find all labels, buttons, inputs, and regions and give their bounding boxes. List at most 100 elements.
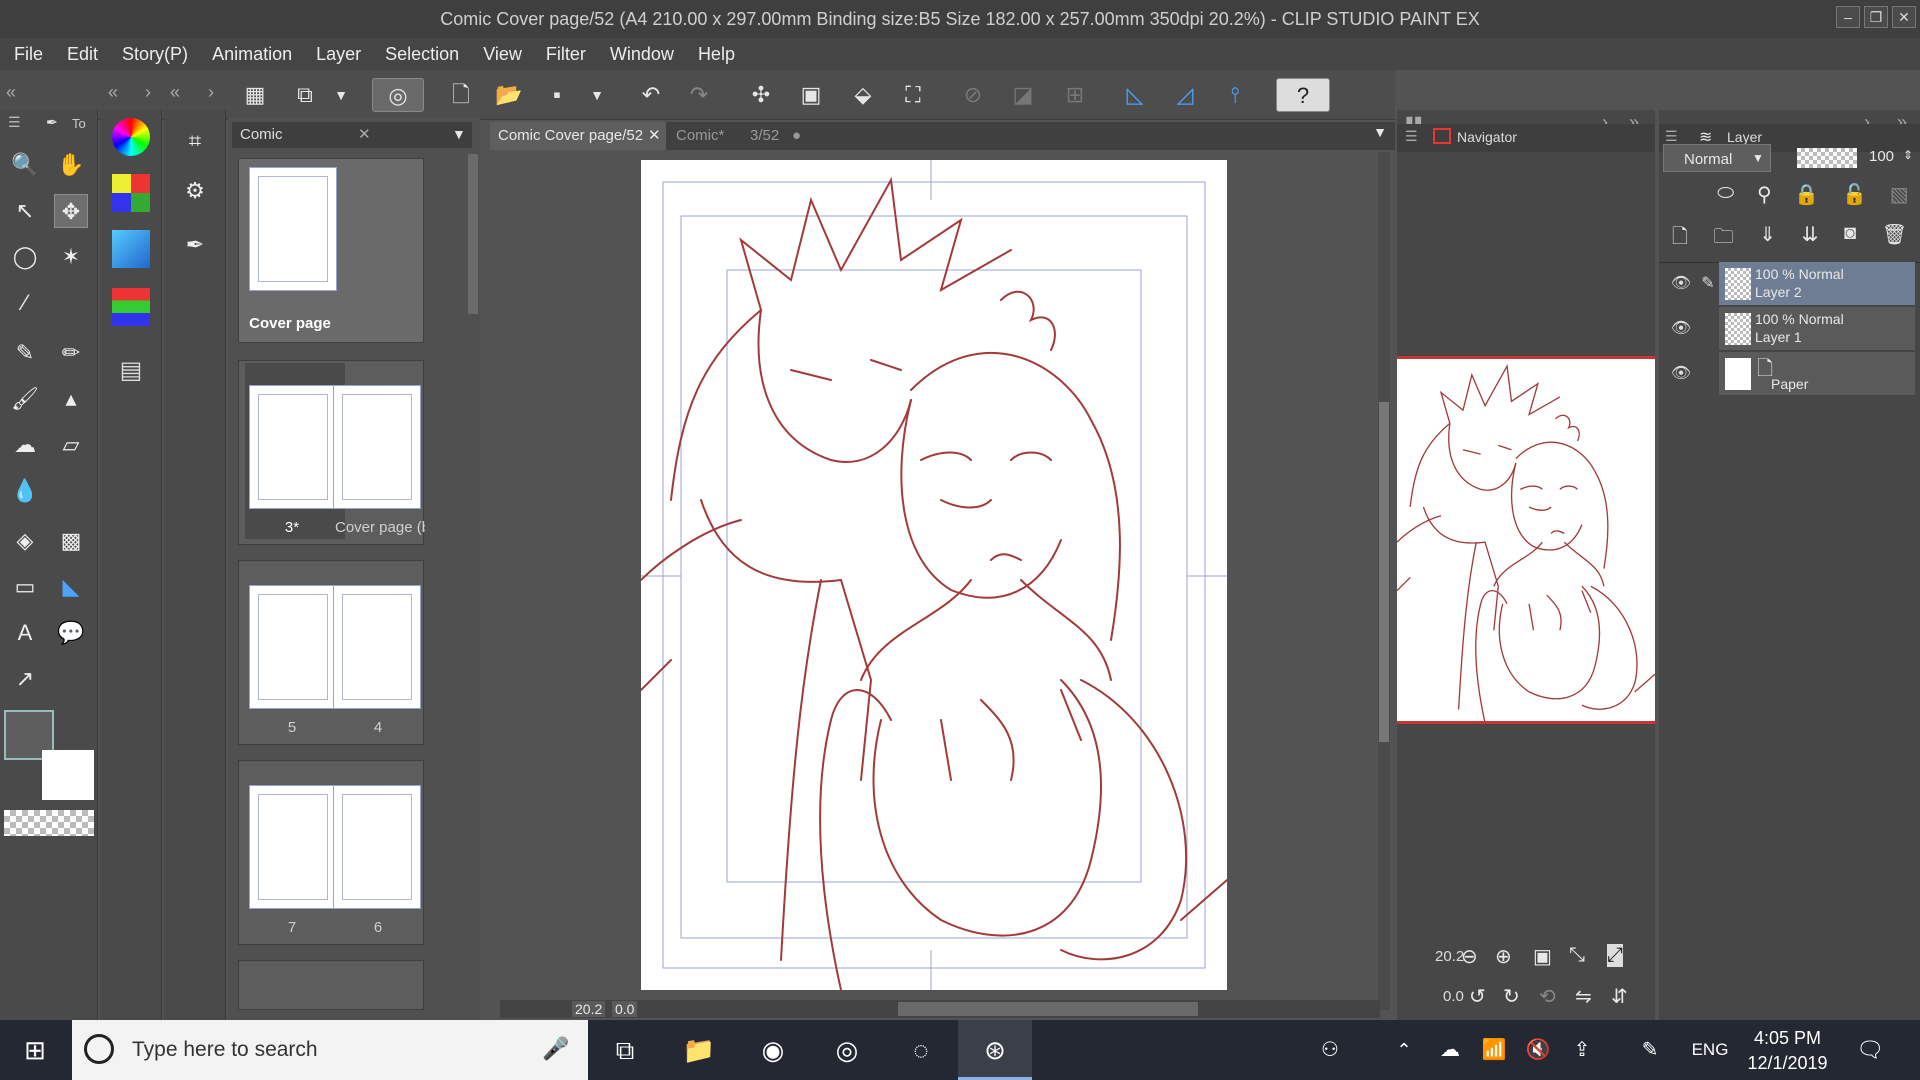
story-icon[interactable]: ⧉ xyxy=(288,78,322,112)
menu-story[interactable]: Story(P) xyxy=(122,44,188,65)
merge-down-icon[interactable]: ⇊ xyxy=(1802,222,1819,256)
clip-studio-taskbar-icon[interactable]: ◎ xyxy=(810,1020,884,1080)
wifi-icon[interactable]: 📶 xyxy=(1474,1020,1514,1080)
decoration-tool-icon[interactable]: ☁ xyxy=(8,428,42,462)
clip-studio-paint-taskbar-icon[interactable]: ⊛ xyxy=(958,1020,1032,1080)
tab-menu-icon[interactable]: ▼ xyxy=(1373,124,1387,140)
fit-window-icon[interactable]: ⤡ xyxy=(1569,944,1585,967)
pen-tool-icon[interactable]: ✎ xyxy=(8,336,42,370)
windows-start-icon[interactable]: ⊞ xyxy=(0,1020,70,1080)
rotate-right-icon[interactable]: ↻ xyxy=(1503,984,1520,1009)
osu-icon[interactable]: ◌ xyxy=(884,1020,958,1080)
balloon-tool-icon[interactable]: 💬 xyxy=(54,616,88,650)
page-group-partial[interactable] xyxy=(238,960,424,1010)
new-raster-layer-icon[interactable]: 🗋 xyxy=(1672,222,1688,256)
crop-icon[interactable]: ▣ xyxy=(794,78,828,112)
palette-menu-icon[interactable]: ☰ xyxy=(8,114,21,131)
move-layer-tool-icon[interactable]: ✥ xyxy=(54,194,88,228)
menu-view[interactable]: View xyxy=(483,44,522,65)
snap-special-ruler-icon[interactable]: ◿ xyxy=(1168,78,1202,112)
new-folder-icon[interactable]: 🗀 xyxy=(1714,222,1734,256)
pencil-tool-icon[interactable]: ✏ xyxy=(54,336,88,370)
gear-icon[interactable]: ⚙ xyxy=(178,174,212,208)
fill-icon[interactable]: ⬙ xyxy=(846,78,880,112)
lock-icon[interactable]: 🔒 xyxy=(1794,182,1819,207)
layer-row-layer2[interactable]: 100 % Normal Layer 2 xyxy=(1719,262,1915,306)
page-thumbnail[interactable] xyxy=(333,385,421,509)
page-thumbnail[interactable] xyxy=(249,167,337,291)
clip-icon[interactable] xyxy=(1670,182,1694,207)
intermediate-color-icon[interactable] xyxy=(112,230,150,268)
flip-vertical-icon[interactable]: ⇵ xyxy=(1611,984,1628,1009)
menu-selection[interactable]: Selection xyxy=(385,44,459,65)
page-group-cover[interactable]: Cover page xyxy=(238,158,424,343)
close-button[interactable]: ✕ xyxy=(1892,6,1916,28)
minimize-button[interactable]: – xyxy=(1836,6,1860,28)
notification-icon[interactable]: 🗨 xyxy=(1840,1020,1900,1080)
open-folder-icon[interactable]: 📂 xyxy=(492,78,526,112)
lock-transparency-icon[interactable]: 🔓 xyxy=(1842,182,1867,207)
page-thumbnail[interactable] xyxy=(249,785,337,909)
taskbar-search-box[interactable]: Type here to search 🎤 xyxy=(72,1020,588,1080)
zoom-out-icon[interactable]: ⊖ xyxy=(1461,944,1478,969)
opacity-slider[interactable] xyxy=(1797,148,1857,168)
undo-icon[interactable]: ↶ xyxy=(634,78,668,112)
people-icon[interactable]: ⚇ xyxy=(1310,1020,1350,1080)
ruler-subtool-icon[interactable]: ⌗ xyxy=(178,124,212,158)
save-dropdown-icon[interactable]: ▼ xyxy=(580,78,614,112)
visibility-eye-icon[interactable]: 👁 xyxy=(1669,262,1693,306)
eraser-tool-icon[interactable]: ▱ xyxy=(54,428,88,462)
chrome-icon[interactable]: ◉ xyxy=(736,1020,810,1080)
page-panel-scrollbar[interactable] xyxy=(468,154,478,314)
delete-layer-icon[interactable]: 🗑 xyxy=(1882,222,1907,256)
microphone-icon[interactable]: 🎤 xyxy=(542,1036,569,1062)
correct-line-tool-icon[interactable]: ↗ xyxy=(8,662,42,696)
eyedropper-tool-icon[interactable]: ⁄ xyxy=(8,286,42,320)
task-view-icon[interactable]: ⧉ xyxy=(588,1020,662,1080)
canvas-vertical-scrollbar[interactable] xyxy=(1378,152,1390,1010)
sub-tool-icon[interactable]: ▤ xyxy=(112,356,150,394)
color-wheel-icon[interactable] xyxy=(112,118,150,156)
opacity-value[interactable]: 100 xyxy=(1869,148,1894,165)
page-thumbnail[interactable] xyxy=(249,585,337,709)
layer-row-layer1[interactable]: 100 % Normal Layer 1 xyxy=(1719,307,1915,351)
save-icon[interactable]: ▪ xyxy=(540,78,574,112)
transfer-down-icon[interactable]: ⇓ xyxy=(1759,222,1776,256)
create-mask-icon[interactable]: ◙ xyxy=(1844,222,1856,256)
gradient-tool-icon[interactable]: ▩ xyxy=(54,524,88,558)
transform-icon[interactable]: ⛶ xyxy=(896,78,930,112)
menu-window[interactable]: Window xyxy=(610,44,674,65)
menu-help[interactable]: Help xyxy=(698,44,735,65)
fit-view-icon[interactable]: ▣ xyxy=(1533,944,1552,969)
canvas-paper[interactable] xyxy=(640,160,1228,991)
snap-grid-icon[interactable]: ⫯ xyxy=(1218,78,1252,112)
magic-wand-tool-icon[interactable]: ✶ xyxy=(54,240,88,274)
menu-animation[interactable]: Animation xyxy=(212,44,292,65)
zoom-tool-icon[interactable]: 🔍 xyxy=(8,148,42,182)
reference-icon[interactable]: ⚲ xyxy=(1757,182,1772,207)
pen-tray-icon[interactable]: ✎ xyxy=(1630,1020,1670,1080)
airbrush-tool-icon[interactable]: ▴ xyxy=(54,382,88,416)
transparent-color-swatch[interactable] xyxy=(4,810,94,836)
blend-mode-select[interactable]: Normal ▼ xyxy=(1663,144,1771,172)
maximize-button[interactable]: ❐ xyxy=(1864,6,1888,28)
page-thumbnail[interactable] xyxy=(249,385,337,509)
snap-ruler-icon[interactable]: ◺ xyxy=(1118,78,1152,112)
onedrive-icon[interactable]: ☁ xyxy=(1430,1020,1470,1080)
menu-edit[interactable]: Edit xyxy=(67,44,98,65)
page-thumbnail[interactable] xyxy=(333,585,421,709)
canvas-rotation-value[interactable]: 0.0 xyxy=(612,1001,638,1017)
figure-tool-icon[interactable]: ▭ xyxy=(8,570,42,604)
file-explorer-icon[interactable]: 📁 xyxy=(662,1020,736,1080)
flip-horizontal-icon[interactable]: ⇋ xyxy=(1575,984,1592,1009)
pen-edit-icon[interactable]: ✎ xyxy=(1699,262,1717,306)
close-icon[interactable]: ✕ xyxy=(648,122,661,150)
blend-tool-icon[interactable]: 💧 xyxy=(8,474,42,508)
hide-selection-icon[interactable]: ⊘ xyxy=(956,78,990,112)
page-thumbnail[interactable] xyxy=(333,785,421,909)
chevron-up-icon[interactable]: ⌃ xyxy=(1384,1020,1424,1080)
operation-tool-icon[interactable]: ↖ xyxy=(8,194,42,228)
grid-menu-icon[interactable]: ▦ xyxy=(238,78,272,112)
close-icon[interactable]: ● xyxy=(792,122,801,150)
collapse-left-icon-2[interactable]: « xyxy=(108,82,118,103)
